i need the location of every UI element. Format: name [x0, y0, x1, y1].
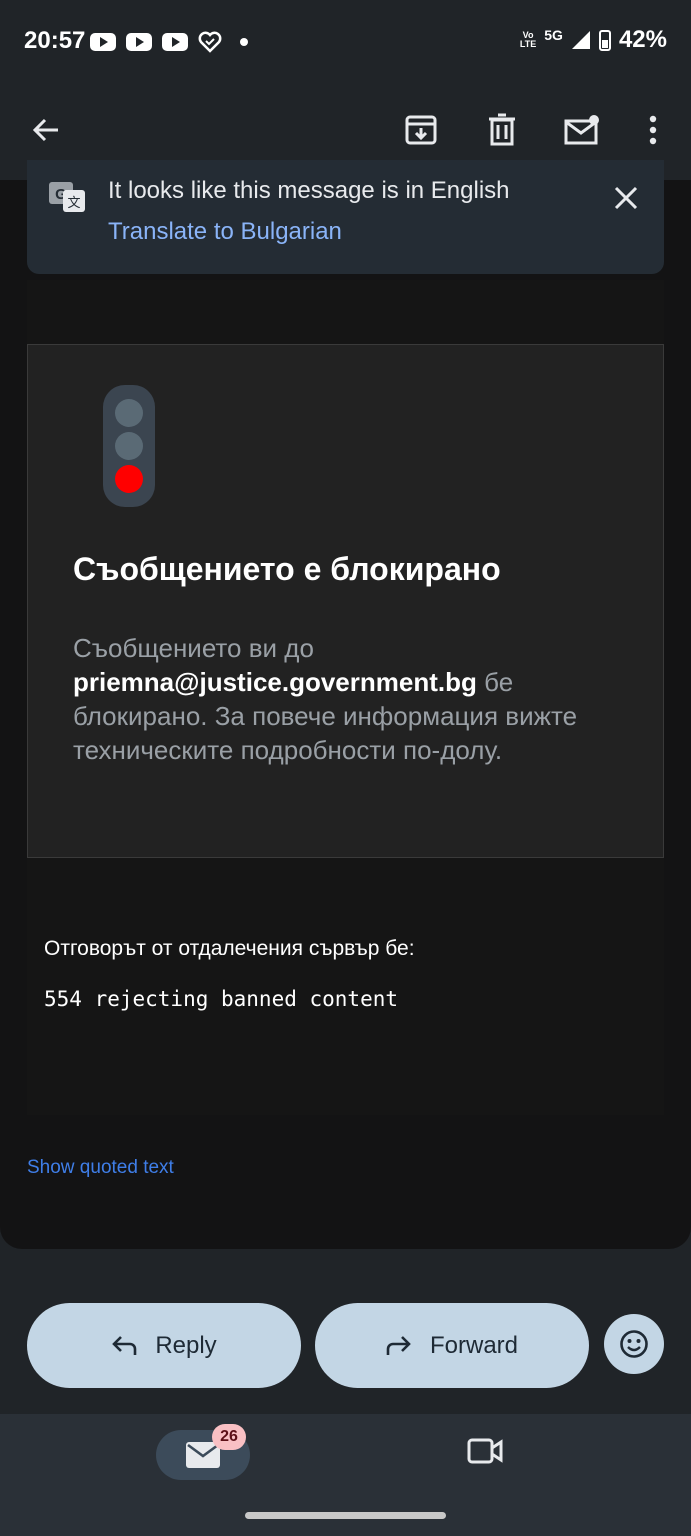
mark-unread-button[interactable]: [554, 102, 610, 158]
smiley-icon: [620, 1330, 648, 1358]
video-camera-icon: [467, 1438, 503, 1464]
delete-button[interactable]: [474, 102, 530, 158]
server-response-code: 554 rejecting banned content: [44, 987, 399, 1011]
translate-link[interactable]: Translate to Bulgarian: [108, 218, 342, 246]
more-options-button[interactable]: [625, 102, 681, 158]
youtube-icon: [90, 33, 116, 51]
traffic-light-icon: [103, 385, 155, 507]
network-type: 5G: [544, 27, 563, 43]
forward-label: Forward: [429, 1331, 519, 1359]
status-time: 20:57: [24, 27, 86, 54]
home-indicator[interactable]: [245, 1512, 446, 1519]
reply-label: Reply: [155, 1331, 217, 1359]
forward-icon: [386, 1335, 411, 1355]
archive-button[interactable]: [393, 102, 449, 158]
unread-count-badge: 26: [212, 1424, 246, 1450]
blocked-message-box: Съобщението е блокирано Съобщението ви д…: [27, 344, 664, 858]
back-button[interactable]: [18, 102, 74, 158]
translate-banner: G 文 It looks like this message is in Eng…: [27, 160, 664, 274]
blocked-description: Съобщението ви до priemna@justice.governm…: [73, 633, 578, 765]
server-response-label: Отговорът от отдалечения сървър бе:: [44, 937, 415, 960]
svg-text:文: 文: [67, 196, 80, 211]
notification-icons: [90, 31, 248, 53]
volte-icon: Vo LTE: [519, 30, 537, 49]
archive-icon: [405, 115, 437, 145]
battery-percent: 42%: [618, 26, 667, 53]
back-arrow-icon: [32, 118, 58, 142]
status-bar: 20:57 Vo LTE 5G 42%: [0, 0, 691, 84]
recipient-email: priemna@justice.government.bg: [73, 667, 477, 697]
close-translate-button[interactable]: [602, 174, 650, 222]
dot-icon: [240, 38, 248, 46]
show-quoted-text-link[interactable]: Show quoted text: [27, 1157, 174, 1179]
nav-meet-tab[interactable]: [466, 1436, 504, 1471]
email-card: Съобщението е блокирано Съобщението ви д…: [0, 180, 691, 1249]
trash-icon: [489, 113, 515, 146]
translate-message: It looks like this message is in English: [108, 177, 510, 204]
reply-button[interactable]: Reply: [27, 1303, 301, 1388]
youtube-icon: [162, 33, 188, 51]
emoji-reaction-button[interactable]: [604, 1314, 664, 1374]
youtube-icon: [126, 33, 152, 51]
heart-icon: [198, 31, 222, 53]
close-icon: [614, 186, 638, 210]
more-vert-icon: [649, 115, 657, 145]
bottom-navigation: 26: [0, 1414, 691, 1536]
reply-icon: [112, 1335, 137, 1355]
signal-icon: [571, 31, 590, 49]
email-body: Съобщението е блокирано Съобщението ви д…: [27, 280, 664, 1115]
mark-unread-icon: [564, 115, 599, 145]
translate-icon: G 文: [49, 182, 85, 212]
blocked-title: Съобщението е блокирано: [73, 551, 501, 587]
battery-icon: [598, 29, 611, 51]
status-right: Vo LTE 5G 42%: [520, 26, 667, 54]
forward-button[interactable]: Forward: [315, 1303, 589, 1388]
